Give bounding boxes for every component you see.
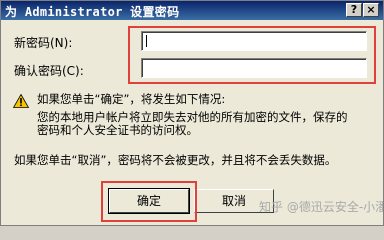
close-button[interactable]: × bbox=[363, 3, 379, 17]
help-button[interactable]: ? bbox=[346, 3, 362, 17]
ok-button[interactable]: 确定 bbox=[108, 188, 190, 214]
cancel-note: 如果您单击“取消”，密码将不会被更改，并且将不会丢失数据。 bbox=[14, 153, 337, 167]
title-bar[interactable]: 为 Administrator 设置密码 ? × bbox=[1, 1, 383, 20]
warning-heading: 如果您单击“确定”，将发生如下情况: bbox=[37, 92, 226, 106]
confirm-password-input[interactable] bbox=[141, 58, 367, 78]
set-password-dialog: 为 Administrator 设置密码 ? × 新密码(N): 确认密码(C)… bbox=[0, 0, 384, 226]
watermark-text: 知乎 @德迅云安全-小潘 bbox=[259, 200, 384, 214]
new-password-label: 新密码(N): bbox=[14, 36, 73, 50]
new-password-input[interactable] bbox=[141, 31, 367, 51]
warning-detail-line2: 密码和个人安全证书的访问权。 bbox=[37, 123, 198, 137]
text-caret bbox=[146, 35, 147, 47]
warning-icon bbox=[13, 94, 29, 108]
confirm-password-label: 确认密码(C): bbox=[14, 64, 84, 78]
dialog-title: 为 Administrator 设置密码 bbox=[5, 5, 180, 19]
